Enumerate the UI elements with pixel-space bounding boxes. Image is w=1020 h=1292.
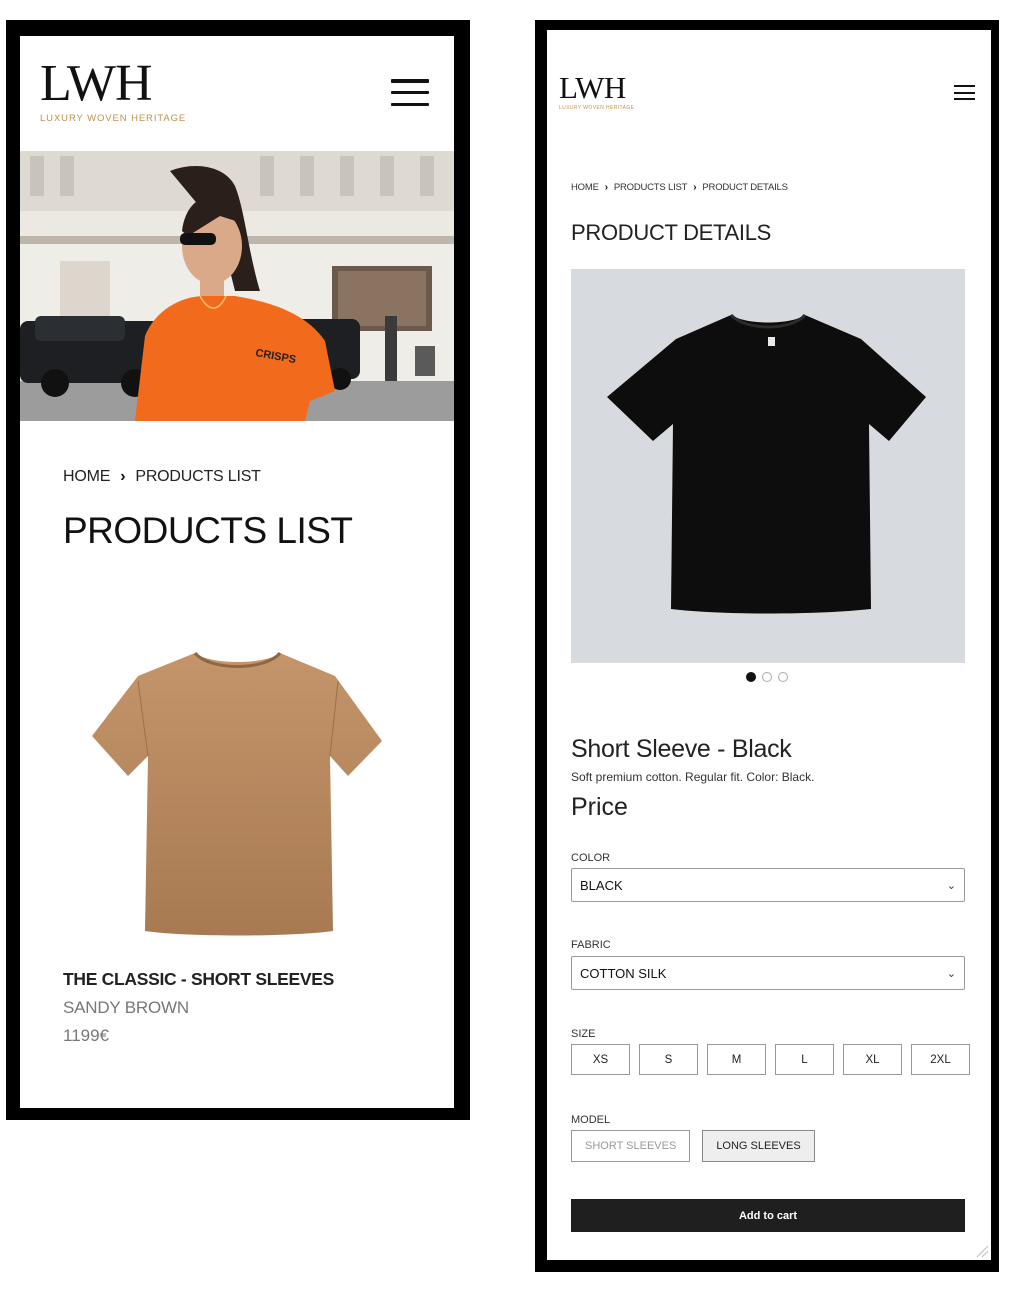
size-option-2xl[interactable]: 2XL bbox=[911, 1044, 970, 1075]
breadcrumb-home-link[interactable]: HOME bbox=[571, 182, 599, 193]
hamburger-menu-icon[interactable] bbox=[391, 79, 429, 106]
breadcrumb-current: PRODUCT DETAILS bbox=[702, 182, 788, 193]
brand-logo[interactable]: LWH LUXURY WOVEN HERITAGE bbox=[559, 72, 634, 111]
size-option-s[interactable]: S bbox=[639, 1044, 698, 1075]
color-select[interactable]: BLACK ⌄ bbox=[571, 868, 965, 902]
color-label: COLOR bbox=[571, 852, 611, 864]
hamburger-menu-icon[interactable] bbox=[954, 85, 975, 100]
product-price: 1199€ bbox=[63, 1026, 110, 1045]
color-select-value: BLACK bbox=[580, 877, 623, 893]
gallery-dot-3[interactable] bbox=[778, 672, 788, 682]
gallery-dot-2[interactable] bbox=[762, 672, 772, 682]
add-to-cart-button[interactable]: Add to cart bbox=[571, 1199, 965, 1232]
breadcrumb: HOME › PRODUCTS LIST › PRODUCT DETAILS bbox=[571, 182, 788, 193]
breadcrumb-products-list-link[interactable]: PRODUCTS LIST bbox=[614, 182, 688, 193]
product-color: SANDY BROWN bbox=[63, 998, 189, 1017]
product-image[interactable] bbox=[90, 641, 385, 941]
logo-tagline: LUXURY WOVEN HERITAGE bbox=[559, 105, 635, 111]
product-description: Soft premium cotton. Regular fit. Color:… bbox=[571, 770, 815, 784]
breadcrumb-current: PRODUCTS LIST bbox=[135, 468, 261, 485]
product-name: Short Sleeve - Black bbox=[571, 735, 792, 763]
page-title: PRODUCTS LIST bbox=[63, 510, 353, 551]
logo-wordmark: LWH bbox=[559, 70, 626, 105]
products-list-phone-frame: LWH LUXURY WOVEN HERITAGE CRISPS HOME › … bbox=[6, 20, 470, 1120]
breadcrumb: HOME › PRODUCTS LIST bbox=[63, 468, 261, 486]
model-option-short-sleeves[interactable]: SHORT SLEEVES bbox=[571, 1130, 691, 1162]
brand-logo[interactable]: LWH LUXURY WOVEN HERITAGE bbox=[40, 55, 187, 125]
size-option-xl[interactable]: XL bbox=[843, 1044, 902, 1075]
gallery-pagination bbox=[746, 672, 788, 682]
breadcrumb-home-link[interactable]: HOME bbox=[63, 468, 110, 486]
size-option-m[interactable]: M bbox=[707, 1044, 766, 1075]
product-details-screen: LWH LUXURY WOVEN HERITAGE HOME › PRODUCT… bbox=[547, 30, 991, 1260]
chevron-right-icon: › bbox=[120, 468, 126, 485]
hero-banner-image: CRISPS bbox=[20, 151, 454, 421]
page-title: PRODUCT DETAILS bbox=[571, 220, 772, 245]
product-image-gallery[interactable] bbox=[571, 269, 965, 663]
product-price: Price bbox=[571, 793, 628, 821]
chevron-down-icon: ⌄ bbox=[946, 967, 956, 980]
size-label: SIZE bbox=[571, 1028, 596, 1040]
size-option-xs[interactable]: XS bbox=[571, 1044, 630, 1075]
model-option-long-sleeves[interactable]: LONG SLEEVES bbox=[702, 1130, 815, 1162]
fabric-select-value: COTTON SILK bbox=[580, 965, 667, 981]
size-options: XS S M L XL 2XL bbox=[571, 1044, 970, 1075]
fabric-label: FABRIC bbox=[571, 939, 611, 951]
size-option-l[interactable]: L bbox=[775, 1044, 834, 1075]
logo-tagline: LUXURY WOVEN HERITAGE bbox=[40, 113, 187, 124]
resize-handle-icon[interactable] bbox=[975, 1244, 989, 1258]
chevron-right-icon: › bbox=[693, 182, 697, 193]
chevron-down-icon: ⌄ bbox=[946, 879, 956, 892]
gallery-dot-1[interactable] bbox=[746, 672, 756, 682]
product-name[interactable]: THE CLASSIC - SHORT SLEEVES bbox=[63, 969, 334, 990]
product-details-phone-frame: LWH LUXURY WOVEN HERITAGE HOME › PRODUCT… bbox=[535, 20, 999, 1272]
model-label: MODEL bbox=[571, 1114, 611, 1126]
products-list-screen: LWH LUXURY WOVEN HERITAGE CRISPS HOME › … bbox=[20, 36, 454, 1108]
fabric-select[interactable]: COTTON SILK ⌄ bbox=[571, 956, 965, 990]
model-options: SHORT SLEEVES LONG SLEEVES bbox=[571, 1130, 815, 1162]
chevron-right-icon: › bbox=[604, 182, 608, 193]
logo-wordmark: LWH bbox=[40, 55, 153, 112]
